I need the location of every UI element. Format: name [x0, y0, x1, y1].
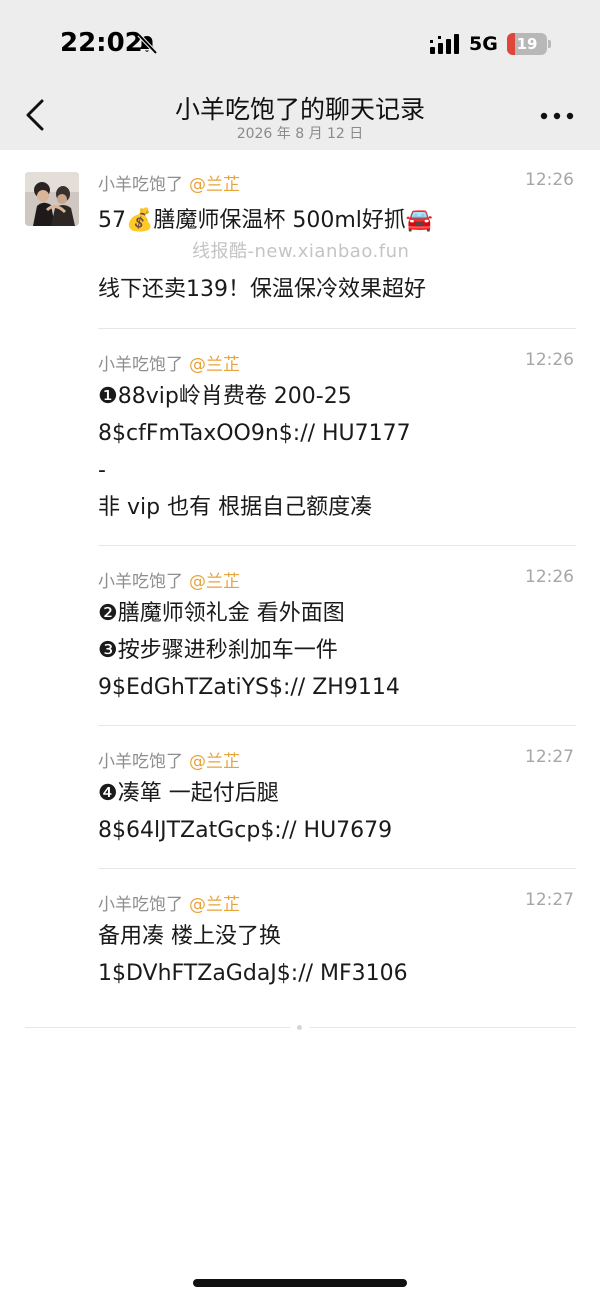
message-mention[interactable]: @兰芷 [189, 355, 240, 375]
end-divider [25, 1027, 290, 1028]
home-indicator[interactable] [193, 1279, 407, 1287]
message-mention[interactable]: @兰芷 [189, 572, 240, 592]
message-line: 8$cfFmTaxOO9n$:// HU7177 [98, 421, 411, 446]
page-title: 小羊吃饱了的聊天记录 [174, 95, 425, 124]
message-item[interactable]: 小羊吃饱了 @兰芷 12:26 ❶88vip岭肖费卷 200-25 8$cfFmT… [98, 350, 576, 526]
message-divider [98, 868, 576, 869]
bell-slash-icon [137, 33, 158, 55]
message-time: 12:26 [525, 170, 574, 190]
message-line: - [98, 458, 106, 483]
signal-bars-icon [430, 34, 459, 54]
message-line: 非 vip 也有 根据自己额度凑 [98, 495, 373, 520]
message-item[interactable]: 小羊吃饱了 @兰芷 12:27 ❹凑箪 一起付后腿 8$64lJTZatGcp$:… [98, 747, 576, 849]
message-sender: 小羊吃饱了 [98, 572, 183, 592]
message-sender: 小羊吃饱了 [98, 895, 183, 915]
watermark-text: 线报酷-new.xianbao.fun [192, 241, 410, 262]
message-sender: 小羊吃饱了 [98, 175, 183, 195]
message-line: 备用凑 楼上没了换 [98, 924, 281, 949]
message-line: ❹凑箪 一起付后腿 [98, 781, 279, 806]
message-line: ❷膳魔师领礼金 看外面图 [98, 601, 345, 626]
message-line: 9$EdGhTZatiYS$:// ZH9114 [98, 675, 400, 700]
message-line: 57💰膳魔师保温杯 500ml好抓🚘 [98, 208, 434, 233]
message-mention[interactable]: @兰芷 [189, 752, 240, 772]
page-subtitle-date: 2026 年 8 月 12 日 [236, 126, 364, 142]
end-marker [297, 1025, 302, 1030]
header-area: 22:02 5G 19 小羊吃饱了的聊天记录 2026 年 8 月 12 日 [0, 0, 600, 150]
status-bar: 22:02 5G 19 [0, 0, 600, 90]
message-item[interactable]: 小羊吃饱了 @兰芷 12:27 备用凑 楼上没了换 1$DVhFTZaGdaJ$:… [98, 890, 576, 992]
message-time: 12:26 [525, 350, 574, 370]
message-time: 12:26 [525, 567, 574, 587]
ellipsis-icon[interactable] [540, 112, 574, 120]
status-time: 22:02 [60, 28, 143, 58]
message-divider [98, 328, 576, 329]
avatar[interactable] [25, 172, 79, 226]
message-time: 12:27 [525, 747, 574, 767]
message-mention[interactable]: @兰芷 [189, 175, 240, 195]
message-item[interactable]: 小羊吃饱了 @兰芷 12:26 57💰膳魔师保温杯 500ml好抓🚘 线报酷-ne… [98, 170, 576, 308]
message-sender: 小羊吃饱了 [98, 752, 183, 772]
message-line: ❸按步骤进秒刹加车一件 [98, 638, 338, 663]
message-line: 8$64lJTZatGcp$:// HU7679 [98, 818, 393, 843]
end-divider [310, 1027, 576, 1028]
battery-indicator: 19 [507, 33, 551, 55]
message-divider [98, 545, 576, 546]
message-sender: 小羊吃饱了 [98, 355, 183, 375]
nav-bar: 小羊吃饱了的聊天记录 2026 年 8 月 12 日 [0, 86, 600, 150]
message-time: 12:27 [525, 890, 574, 910]
message-line: 线下还卖139！保温保冷效果超好 [98, 277, 426, 302]
message-line: ❶88vip岭肖费卷 200-25 [98, 384, 352, 409]
message-line: 1$DVhFTZaGdaJ$:// MF3106 [98, 961, 408, 986]
message-divider [98, 725, 576, 726]
network-type: 5G [469, 33, 498, 55]
battery-level: 19 [516, 35, 538, 53]
message-mention[interactable]: @兰芷 [189, 895, 240, 915]
message-item[interactable]: 小羊吃饱了 @兰芷 12:26 ❷膳魔师领礼金 看外面图 ❸按步骤进秒刹加车一件 … [98, 567, 576, 706]
